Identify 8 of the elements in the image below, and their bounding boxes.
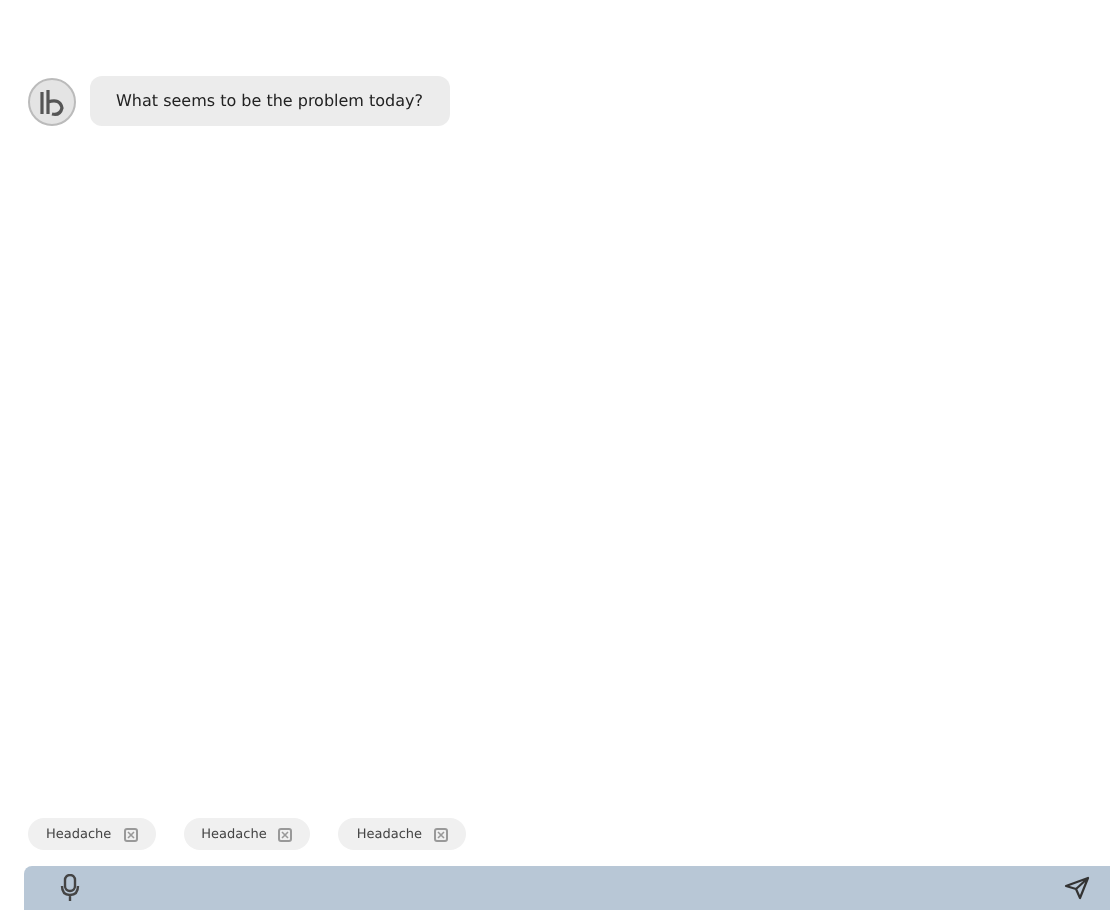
chat-message: What seems to be the problem today? bbox=[90, 76, 450, 126]
avatar-icon bbox=[28, 77, 76, 125]
send-icon[interactable] bbox=[1064, 876, 1090, 900]
close-icon bbox=[278, 827, 293, 841]
input-bar[interactable] bbox=[24, 866, 1110, 910]
close-icon bbox=[123, 827, 138, 841]
microphone-icon[interactable] bbox=[60, 874, 80, 902]
close-icon bbox=[434, 827, 449, 841]
